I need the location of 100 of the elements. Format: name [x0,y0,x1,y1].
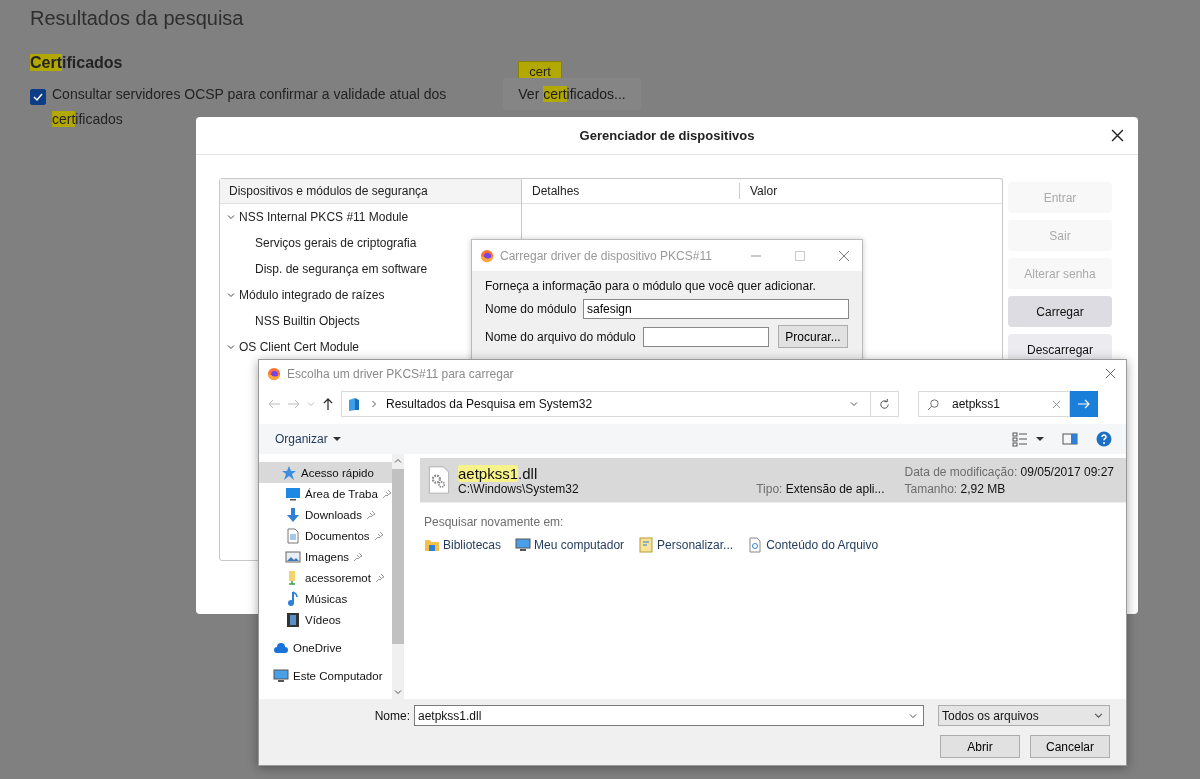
gear-file-icon [428,466,450,494]
dropdown-arrow-icon[interactable] [1036,435,1044,443]
checkbox[interactable] [30,89,46,105]
tree-item[interactable]: Serviços gerais de criptografia [255,236,417,250]
tree-item[interactable]: Módulo integrado de raízes [239,288,385,302]
tree-item[interactable]: OS Client Cert Module [239,340,360,354]
chevron-icon[interactable] [227,343,235,351]
column-header: Dispositivos e módulos de segurança [220,179,521,204]
filename-field[interactable]: aetpkss1.dll [414,705,924,726]
search-location-link[interactable]: Conteúdo do Arquivo [747,537,879,553]
tree-item[interactable]: NSS Builtin Objects [255,314,360,328]
address-path: Resultados da Pesquisa em System32 [386,397,594,411]
size-value: 2,92 MB [960,481,1006,496]
file-path: C:\Windows\System32 [458,481,580,496]
column-header[interactable]: Detalhes [522,183,739,199]
chevron-icon [370,400,378,408]
maximize-icon[interactable] [794,249,806,262]
preview-pane-icon[interactable] [1062,431,1078,447]
pin-icon[interactable] [373,530,384,541]
nav-item[interactable]: Área de Traba [259,483,392,504]
search-field[interactable]: aetpkss1 [918,391,1070,417]
dialog-button[interactable]: Cancelar [1030,735,1110,758]
pin-icon[interactable] [365,509,376,520]
pin-icon[interactable] [353,551,364,562]
browse-button[interactable]: Procurar... [778,325,848,348]
document-icon [285,527,301,544]
scroll-down-icon[interactable] [393,688,402,696]
column-header[interactable]: Valor [739,183,1002,199]
file-type-dropdown[interactable]: Todos os arquivos [938,705,1110,726]
computer-icon [273,667,289,684]
chevron-icon[interactable] [227,291,235,299]
chevron-icon[interactable] [909,711,917,720]
search-location-link[interactable]: Personalizar... [638,537,734,553]
text-field[interactable] [643,326,769,347]
nav-item[interactable]: Vídeos [259,609,392,630]
note-icon [638,537,655,553]
text-field[interactable]: safesign [583,299,849,319]
tree-item[interactable]: Disp. de segurança em software [255,262,428,276]
monitor-icon [285,485,301,502]
type-label: Tipo: [756,481,783,496]
chevron-icon[interactable] [227,213,235,221]
file-row[interactable]: aetpkss1.dll C:\Windows\System32 Tipo: Extensão de apli... Data de modificação: 09/05/2017 09:27 Tamanho: 2,92 MB [420,458,1126,503]
pin-icon[interactable] [374,572,385,583]
search-location-link[interactable]: Meu computador [515,537,625,553]
date-label: Data de modificação: [904,464,1018,479]
refresh-button[interactable] [871,391,899,417]
tree-item[interactable]: NSS Internal PKCS #11 Module [239,210,409,224]
dialog-title: Escolha um driver PKCS#11 para carregar [287,367,514,381]
chevron-icon[interactable] [850,400,858,408]
size-label: Tamanho: [904,481,958,496]
field-label: Nome do arquivo do módulo [485,329,635,344]
star-icon [281,464,297,481]
nav-item[interactable]: Documentos [259,525,392,546]
nav-item[interactable]: Downloads [259,504,392,525]
search-location-link[interactable]: Bibliotecas [424,537,502,553]
clear-icon[interactable] [1052,399,1061,409]
organize-menu[interactable]: Organizar [275,432,341,446]
browser-logo-icon [267,367,281,381]
dialog-title: Gerenciador de dispositivos [579,128,755,143]
search-value: aetpkss1 [952,397,1002,411]
filename-label: Nome: [374,708,410,723]
up-arrow-icon[interactable] [321,397,335,411]
date-value: 09/05/2017 09:27 [1020,464,1114,479]
view-list-icon[interactable] [1012,431,1028,447]
tooltip: cert [518,61,562,81]
image-icon [285,548,301,565]
search-again-label: Pesquisar novamente em: [424,515,565,529]
scrollbar[interactable] [391,454,404,699]
instruction-text: Forneça a informação para o módulo que você quer adicionar. [485,279,817,293]
address-bar[interactable]: Resultados da Pesquisa em System32 [341,391,871,417]
refresh-icon [878,397,891,411]
file-name: aetpkss1.dll [458,464,539,482]
nav-item[interactable]: acessoremot [259,567,392,588]
music-note-icon [285,590,301,607]
caret-icon [332,435,341,443]
browser-logo-icon [480,248,494,263]
help-icon[interactable] [1096,431,1112,447]
nav-item[interactable]: Acesso rápido [259,462,392,483]
film-icon [285,611,301,628]
folder-icon [424,537,440,553]
nav-item[interactable]: Imagens [259,546,392,567]
dialog-title: Carregar driver de dispositivo PKCS#11 [500,248,713,263]
cube-icon [346,396,362,412]
nav-item[interactable]: Este Computador [259,665,392,686]
dialog-button[interactable]: Carregar [1008,296,1112,327]
back-arrow-icon[interactable] [267,397,281,411]
field-label: Nome do módulo [485,302,575,316]
chevron-icon [1094,711,1103,720]
pin-icon[interactable] [381,488,392,499]
dialog-button[interactable]: Abrir [940,735,1020,758]
search-go-button[interactable] [1070,391,1098,417]
forward-arrow-icon[interactable] [287,397,301,411]
nav-item[interactable]: Músicas [259,588,392,609]
computer-icon [515,537,532,553]
document-search-icon [747,537,764,553]
page-heading: Resultados da pesquisa [30,6,245,31]
nav-item[interactable]: OneDrive [259,637,392,658]
close-icon[interactable] [1111,129,1124,142]
right-arrow-icon [1077,397,1091,411]
scroll-up-icon[interactable] [393,457,402,465]
